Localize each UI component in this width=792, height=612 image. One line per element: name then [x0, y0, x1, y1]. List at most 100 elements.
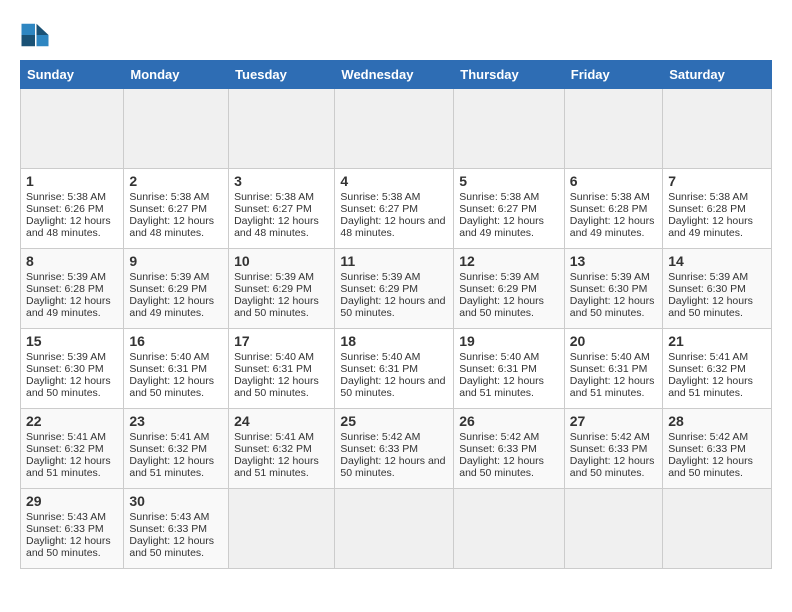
sunset-text: Sunset: 6:27 PM — [234, 203, 329, 215]
calendar-cell: 15Sunrise: 5:39 AMSunset: 6:30 PMDayligh… — [21, 329, 124, 409]
calendar-cell — [564, 89, 662, 169]
sunrise-text: Sunrise: 5:39 AM — [570, 271, 657, 283]
day-number: 26 — [459, 413, 559, 429]
calendar-cell — [229, 489, 335, 569]
calendar-cell: 2 Sunrise: 5:38 AMSunset: 6:27 PMDaylight… — [124, 169, 229, 249]
calendar-cell: 20Sunrise: 5:40 AMSunset: 6:31 PMDayligh… — [564, 329, 662, 409]
day-number: 7 — [668, 173, 766, 189]
sunset-text: Sunset: 6:32 PM — [234, 443, 329, 455]
sunrise-text: Sunrise: 5:40 AM — [570, 351, 657, 363]
daylight-text: Daylight: 12 hours and 50 minutes. — [234, 295, 329, 319]
daylight-text: Daylight: 12 hours and 50 minutes. — [570, 455, 657, 479]
sunset-text: Sunset: 6:28 PM — [668, 203, 766, 215]
calendar-cell: 6Sunrise: 5:38 AMSunset: 6:28 PMDaylight… — [564, 169, 662, 249]
logo-icon — [20, 20, 50, 50]
sunset-text: Sunset: 6:33 PM — [340, 443, 448, 455]
calendar-cell: 24Sunrise: 5:41 AMSunset: 6:32 PMDayligh… — [229, 409, 335, 489]
calendar-cell: 5Sunrise: 5:38 AMSunset: 6:27 PMDaylight… — [454, 169, 565, 249]
sunrise-text: Sunrise: 5:40 AM — [340, 351, 448, 363]
sunrise-text: Sunrise: 5:38 AM — [129, 191, 223, 203]
calendar-header-row: SundayMondayTuesdayWednesdayThursdayFrid… — [21, 61, 772, 89]
header-day-sunday: Sunday — [21, 61, 124, 89]
daylight-text: Daylight: 12 hours and 50 minutes. — [26, 375, 118, 399]
calendar-cell: 8Sunrise: 5:39 AMSunset: 6:28 PMDaylight… — [21, 249, 124, 329]
day-number: 6 — [570, 173, 657, 189]
calendar-cell: 18Sunrise: 5:40 AMSunset: 6:31 PMDayligh… — [335, 329, 454, 409]
sunrise-text: Sunrise: 5:41 AM — [668, 351, 766, 363]
daylight-text: Daylight: 12 hours and 50 minutes. — [459, 295, 559, 319]
sunrise-text: Sunrise: 5:38 AM — [234, 191, 329, 203]
day-number: 11 — [340, 253, 448, 269]
sunset-text: Sunset: 6:33 PM — [668, 443, 766, 455]
sunrise-text: Sunrise: 5:41 AM — [26, 431, 118, 443]
sunset-text: Sunset: 6:27 PM — [129, 203, 223, 215]
calendar-cell: 27Sunrise: 5:42 AMSunset: 6:33 PMDayligh… — [564, 409, 662, 489]
daylight-text: Daylight: 12 hours and 50 minutes. — [668, 455, 766, 479]
calendar-cell: 4Sunrise: 5:38 AMSunset: 6:27 PMDaylight… — [335, 169, 454, 249]
day-number: 2 — [129, 173, 223, 189]
sunrise-text: Sunrise: 5:39 AM — [459, 271, 559, 283]
day-number: 22 — [26, 413, 118, 429]
header-day-wednesday: Wednesday — [335, 61, 454, 89]
sunrise-text: Sunrise: 5:42 AM — [340, 431, 448, 443]
sunset-text: Sunset: 6:30 PM — [570, 283, 657, 295]
sunrise-text: Sunrise: 5:41 AM — [129, 431, 223, 443]
daylight-text: Daylight: 12 hours and 49 minutes. — [459, 215, 559, 239]
sunrise-text: Sunrise: 5:40 AM — [129, 351, 223, 363]
calendar-cell: 23Sunrise: 5:41 AMSunset: 6:32 PMDayligh… — [124, 409, 229, 489]
sunset-text: Sunset: 6:31 PM — [570, 363, 657, 375]
calendar-cell — [454, 489, 565, 569]
calendar-cell — [454, 89, 565, 169]
day-number: 17 — [234, 333, 329, 349]
calendar-cell — [564, 489, 662, 569]
header-day-monday: Monday — [124, 61, 229, 89]
sunrise-text: Sunrise: 5:40 AM — [234, 351, 329, 363]
calendar-cell: 26Sunrise: 5:42 AMSunset: 6:33 PMDayligh… — [454, 409, 565, 489]
day-number: 12 — [459, 253, 559, 269]
day-number: 16 — [129, 333, 223, 349]
sunset-text: Sunset: 6:33 PM — [26, 523, 118, 535]
calendar-cell: 13Sunrise: 5:39 AMSunset: 6:30 PMDayligh… — [564, 249, 662, 329]
sunset-text: Sunset: 6:32 PM — [129, 443, 223, 455]
sunset-text: Sunset: 6:29 PM — [234, 283, 329, 295]
sunrise-text: Sunrise: 5:40 AM — [459, 351, 559, 363]
header-day-tuesday: Tuesday — [229, 61, 335, 89]
day-number: 19 — [459, 333, 559, 349]
day-number: 27 — [570, 413, 657, 429]
daylight-text: Daylight: 12 hours and 50 minutes. — [340, 295, 448, 319]
daylight-text: Daylight: 12 hours and 50 minutes. — [234, 375, 329, 399]
day-number: 14 — [668, 253, 766, 269]
daylight-text: Daylight: 12 hours and 51 minutes. — [668, 375, 766, 399]
sunrise-text: Sunrise: 5:38 AM — [26, 191, 118, 203]
calendar-cell — [663, 89, 772, 169]
day-number: 25 — [340, 413, 448, 429]
sunset-text: Sunset: 6:31 PM — [234, 363, 329, 375]
logo — [20, 20, 54, 50]
sunrise-text: Sunrise: 5:42 AM — [459, 431, 559, 443]
calendar-cell: 29Sunrise: 5:43 AMSunset: 6:33 PMDayligh… — [21, 489, 124, 569]
daylight-text: Daylight: 12 hours and 50 minutes. — [129, 535, 223, 559]
sunset-text: Sunset: 6:31 PM — [340, 363, 448, 375]
header-day-friday: Friday — [564, 61, 662, 89]
sunrise-text: Sunrise: 5:39 AM — [26, 351, 118, 363]
sunrise-text: Sunrise: 5:42 AM — [570, 431, 657, 443]
calendar-week-row: 1Sunrise: 5:38 AMSunset: 6:26 PMDaylight… — [21, 169, 772, 249]
day-number: 8 — [26, 253, 118, 269]
sunrise-text: Sunrise: 5:39 AM — [340, 271, 448, 283]
sunrise-text: Sunrise: 5:43 AM — [26, 511, 118, 523]
sunset-text: Sunset: 6:32 PM — [668, 363, 766, 375]
sunrise-text: Sunrise: 5:42 AM — [668, 431, 766, 443]
calendar-cell — [663, 489, 772, 569]
calendar-cell: 1Sunrise: 5:38 AMSunset: 6:26 PMDaylight… — [21, 169, 124, 249]
daylight-text: Daylight: 12 hours and 50 minutes. — [668, 295, 766, 319]
sunset-text: Sunset: 6:29 PM — [459, 283, 559, 295]
sunset-text: Sunset: 6:27 PM — [340, 203, 448, 215]
sunrise-text: Sunrise: 5:38 AM — [668, 191, 766, 203]
daylight-text: Daylight: 12 hours and 48 minutes. — [129, 215, 223, 239]
calendar-cell: 9Sunrise: 5:39 AMSunset: 6:29 PMDaylight… — [124, 249, 229, 329]
daylight-text: Daylight: 12 hours and 51 minutes. — [26, 455, 118, 479]
sunset-text: Sunset: 6:26 PM — [26, 203, 118, 215]
sunset-text: Sunset: 6:31 PM — [459, 363, 559, 375]
calendar-cell: 17 Sunrise: 5:40 AMSunset: 6:31 PMDayligh… — [229, 329, 335, 409]
day-number: 3 — [234, 173, 329, 189]
